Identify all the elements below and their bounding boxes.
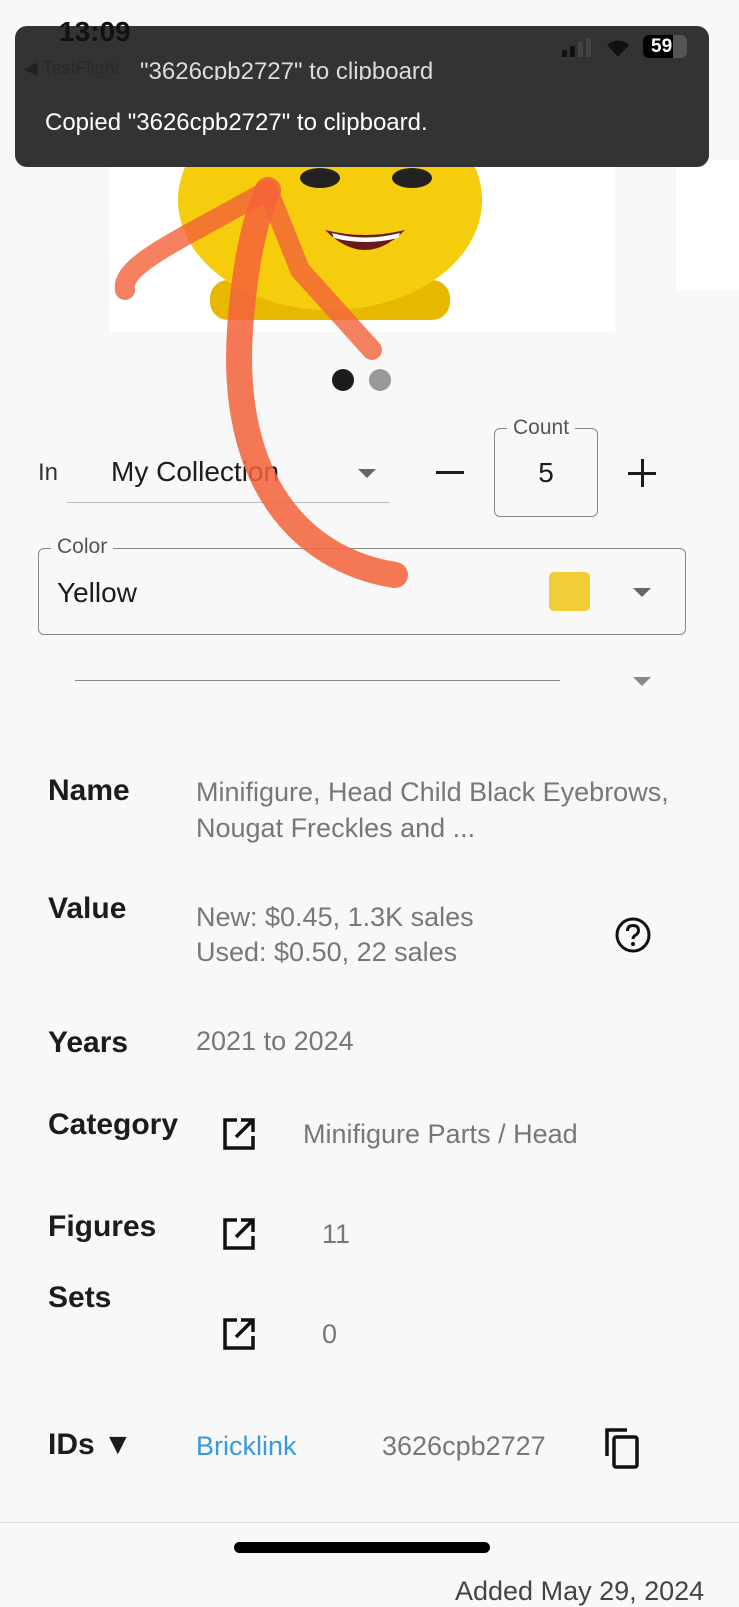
- copy-icon[interactable]: [603, 1426, 641, 1470]
- ids-toggle[interactable]: IDs ▼: [48, 1428, 133, 1462]
- wifi-icon: [607, 40, 629, 57]
- years-value: 2021 to 2024: [196, 1026, 354, 1056]
- open-external-icon[interactable]: [221, 1216, 257, 1252]
- toast-message: Copied "3626cpb2727" to clipboard.: [45, 109, 428, 136]
- years-label: Years: [48, 1026, 129, 1059]
- figures-label: Figures: [48, 1210, 157, 1243]
- figures-value: 11: [322, 1219, 351, 1249]
- added-date: Added May 29, 2024: [455, 1576, 705, 1606]
- id-value: 3626cpb2727: [382, 1431, 546, 1461]
- name-value: Minifigure, Head Child Black Eyebrows, N…: [196, 777, 669, 843]
- category-label: Category: [48, 1108, 179, 1141]
- open-external-icon[interactable]: [221, 1116, 257, 1152]
- help-icon[interactable]: [614, 916, 652, 954]
- back-arrow-icon: ◀: [24, 58, 38, 78]
- divider: [0, 1522, 739, 1523]
- secondary-dropdown[interactable]: [75, 650, 560, 681]
- battery-icon: 59: [643, 35, 687, 58]
- name-label: Name: [48, 774, 130, 807]
- value-label: Value: [48, 892, 127, 925]
- open-external-icon[interactable]: [221, 1316, 257, 1352]
- signal-icon: [562, 38, 591, 57]
- battery-level: 59: [651, 36, 673, 57]
- category-value[interactable]: Minifigure Parts / Head: [303, 1116, 578, 1152]
- value-new: New: $0.45, 1.3K sales: [196, 902, 474, 932]
- back-to-testflight[interactable]: ◀ TestFlight: [24, 58, 120, 79]
- value-used: Used: $0.50, 22 sales: [196, 937, 458, 967]
- sets-label: Sets: [48, 1281, 112, 1314]
- status-time: 13:09: [59, 16, 131, 47]
- dropdown-arrow-icon[interactable]: [633, 677, 651, 686]
- back-label: TestFlight: [42, 58, 120, 78]
- toast-ghost-text: "3626cpb2727" to clipboard: [140, 58, 434, 80]
- annotation-arrow: [114, 177, 408, 588]
- sets-value: 0: [322, 1319, 338, 1349]
- home-indicator[interactable]: [234, 1542, 490, 1553]
- bricklink-link[interactable]: Bricklink: [196, 1428, 297, 1464]
